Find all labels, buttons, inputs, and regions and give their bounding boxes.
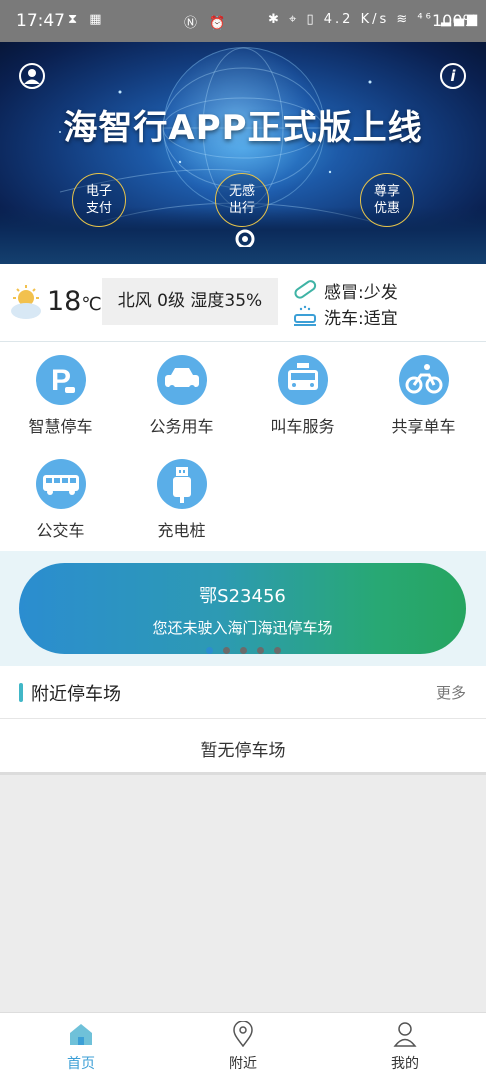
cold-index: 感冒:少发 xyxy=(324,283,398,303)
section-accent-bar xyxy=(19,683,23,702)
service-bus[interactable]: 公交车 xyxy=(0,459,121,541)
more-link[interactable]: 更多 xyxy=(436,682,466,703)
service-call-taxi[interactable]: 叫车服务 xyxy=(242,355,363,437)
status-time: 17:47 xyxy=(16,11,65,31)
seamless-travel-badge: 无感 出行 xyxy=(215,173,269,227)
bicycle-icon xyxy=(398,355,449,405)
carousel-dot[interactable] xyxy=(222,647,230,654)
license-plate: 鄂S23456 xyxy=(199,586,286,607)
service-official-car[interactable]: 公务用车 xyxy=(121,355,242,437)
status-left-icons: ⧗ ▦ xyxy=(68,12,106,27)
service-charging-pile[interactable]: 充电桩 xyxy=(121,459,242,541)
weather-panel: 18℃ 北风 0级 湿度35% 感冒:少发 洗车:适宜 xyxy=(0,264,486,342)
services-grid: P 智慧停车 公务用车 叫车服务 共享单车 公交车 充电桩 xyxy=(0,342,486,551)
carousel-dot[interactable] xyxy=(205,647,213,654)
car-icon xyxy=(156,355,207,405)
badge-label: 无感 出行 xyxy=(228,184,255,216)
badge-label: 尊享 优惠 xyxy=(373,184,400,216)
service-smart-parking[interactable]: P 智慧停车 xyxy=(0,355,121,437)
battery-level: 100% xyxy=(432,11,478,30)
carousel-dot[interactable] xyxy=(239,647,247,654)
tab-mine[interactable]: 我的 xyxy=(324,1013,486,1079)
parking-message: 您还未驶入海门海迅停车场 xyxy=(152,619,333,637)
tab-home[interactable]: 首页 xyxy=(0,1013,162,1079)
car-wash-index: 洗车:适宜 xyxy=(324,309,398,329)
service-shared-bike[interactable]: 共享单车 xyxy=(363,355,484,437)
promo-banner[interactable]: 海智行APP正式版上线 电子 支付 无感 出行 尊享 优惠 i xyxy=(0,42,486,264)
exclusive-discount-badge: 尊享 优惠 xyxy=(360,173,414,227)
location-icon xyxy=(233,1021,253,1047)
weather-cloudy-icon xyxy=(11,285,41,319)
service-label: 智慧停车 xyxy=(28,417,93,436)
tab-label: 首页 xyxy=(67,1056,95,1072)
tab-label: 我的 xyxy=(391,1056,419,1072)
service-label: 公交车 xyxy=(36,521,85,540)
home-icon xyxy=(70,1024,92,1045)
status-bar: 17:47 ⧗ ▦ Ⓝ ⏰ ✱ ⌖ ▯ 4.2 K/s ≋ ⁴⁶ ▂▄▆ 100… xyxy=(0,0,486,42)
weather-details: 北风 0级 湿度35% xyxy=(102,278,278,325)
pill-icon xyxy=(294,280,317,299)
charger-icon xyxy=(156,459,207,509)
taxi-icon xyxy=(277,355,328,405)
user-icon[interactable] xyxy=(19,63,45,89)
profile-icon xyxy=(393,1022,417,1047)
parking-status-carousel: 鄂S23456 您还未驶入海门海迅停车场 xyxy=(0,551,486,666)
carousel-dot[interactable] xyxy=(273,647,281,654)
temperature-unit: ℃ xyxy=(81,294,102,315)
divider xyxy=(0,718,486,719)
electronic-payment-badge: 电子 支付 xyxy=(72,173,126,227)
tab-nearby[interactable]: 附近 xyxy=(162,1013,324,1079)
nearby-parking-section: 附近停车场 更多 暂无停车场 xyxy=(0,666,486,775)
carousel-dot[interactable] xyxy=(256,647,264,654)
car-wash-icon xyxy=(294,305,316,326)
banner-title: 海智行APP正式版上线 xyxy=(63,108,423,148)
section-title: 附近停车场 xyxy=(31,684,121,705)
service-label: 公务用车 xyxy=(149,417,214,436)
service-label: 充电桩 xyxy=(157,521,206,540)
temperature: 18℃ xyxy=(47,286,102,317)
service-label: 共享单车 xyxy=(391,417,456,436)
tab-label: 附近 xyxy=(229,1056,257,1072)
service-label: 叫车服务 xyxy=(270,417,335,436)
carousel-indicator xyxy=(0,647,486,654)
bottom-tab-bar: 首页 附近 我的 xyxy=(0,1012,486,1079)
status-center-icons: Ⓝ ⏰ xyxy=(184,16,230,31)
parking-icon: P xyxy=(35,355,86,405)
info-icon[interactable]: i xyxy=(440,63,466,89)
empty-state-text: 暂无停车场 xyxy=(200,741,286,761)
badge-label: 电子 支付 xyxy=(85,184,112,216)
parking-status-card[interactable]: 鄂S23456 您还未驶入海门海迅停车场 xyxy=(19,563,466,654)
temperature-value: 18 xyxy=(47,286,82,317)
bus-icon xyxy=(35,459,86,509)
